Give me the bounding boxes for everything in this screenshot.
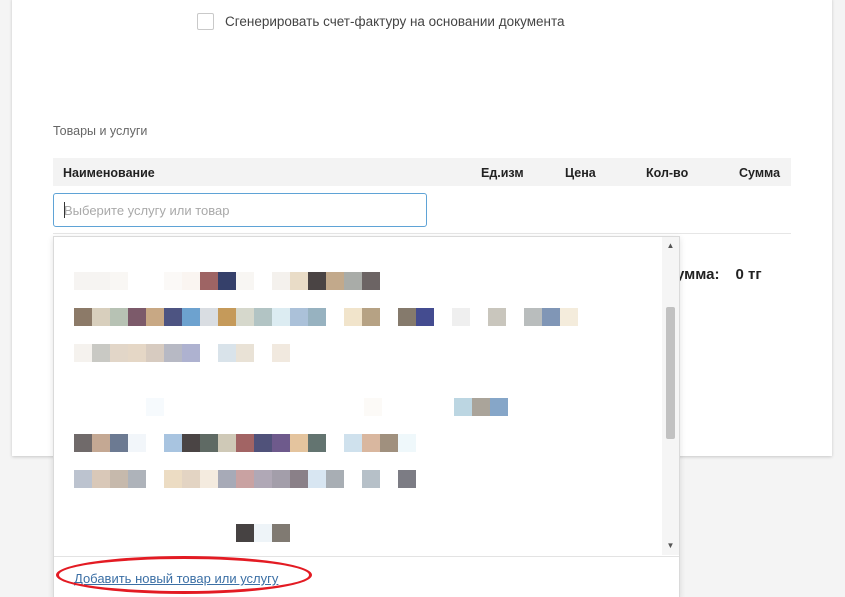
add-new-product-link[interactable]: Добавить новый товар или услугу bbox=[74, 571, 278, 586]
scroll-up-icon[interactable]: ▲ bbox=[662, 239, 679, 253]
scroll-thumb[interactable] bbox=[666, 307, 675, 439]
invoice-option[interactable]: Сгенерировать счет-фактуру на основании … bbox=[197, 13, 565, 30]
total-sum: умма: 0 тг bbox=[676, 266, 762, 283]
list-item[interactable] bbox=[74, 434, 416, 452]
list-item[interactable] bbox=[74, 344, 290, 362]
column-header-price: Цена bbox=[565, 166, 596, 180]
list-item[interactable] bbox=[74, 524, 290, 542]
text-cursor bbox=[64, 202, 65, 218]
list-item[interactable] bbox=[74, 272, 380, 290]
items-table-header: Наименование Ед.изм Цена Кол-во Сумма bbox=[53, 158, 791, 186]
dropdown-footer: Добавить новый товар или услугу bbox=[54, 556, 679, 597]
dropdown-scrollbar[interactable]: ▲ ▼ bbox=[662, 237, 679, 555]
list-item[interactable] bbox=[74, 398, 508, 416]
column-header-sum: Сумма bbox=[739, 166, 781, 180]
scroll-down-icon[interactable]: ▼ bbox=[662, 539, 679, 553]
list-item[interactable] bbox=[74, 308, 578, 326]
column-header-qty: Кол-во bbox=[646, 166, 689, 180]
invoice-checkbox[interactable] bbox=[197, 13, 214, 30]
list-item[interactable] bbox=[74, 470, 416, 488]
dropdown-list[interactable] bbox=[54, 237, 663, 555]
invoice-checkbox-label[interactable]: Сгенерировать счет-фактуру на основании … bbox=[225, 14, 565, 29]
product-search-input[interactable] bbox=[53, 193, 427, 227]
row-divider bbox=[53, 233, 791, 234]
section-title: Товары и услуги bbox=[53, 124, 148, 138]
column-header-unit: Ед.изм bbox=[481, 166, 524, 180]
product-dropdown[interactable]: ▲ ▼ Добавить новый товар или услугу bbox=[53, 236, 680, 597]
total-label: умма: bbox=[676, 266, 720, 283]
column-header-name: Наименование bbox=[63, 166, 155, 180]
total-amount: 0 тг bbox=[735, 266, 762, 283]
